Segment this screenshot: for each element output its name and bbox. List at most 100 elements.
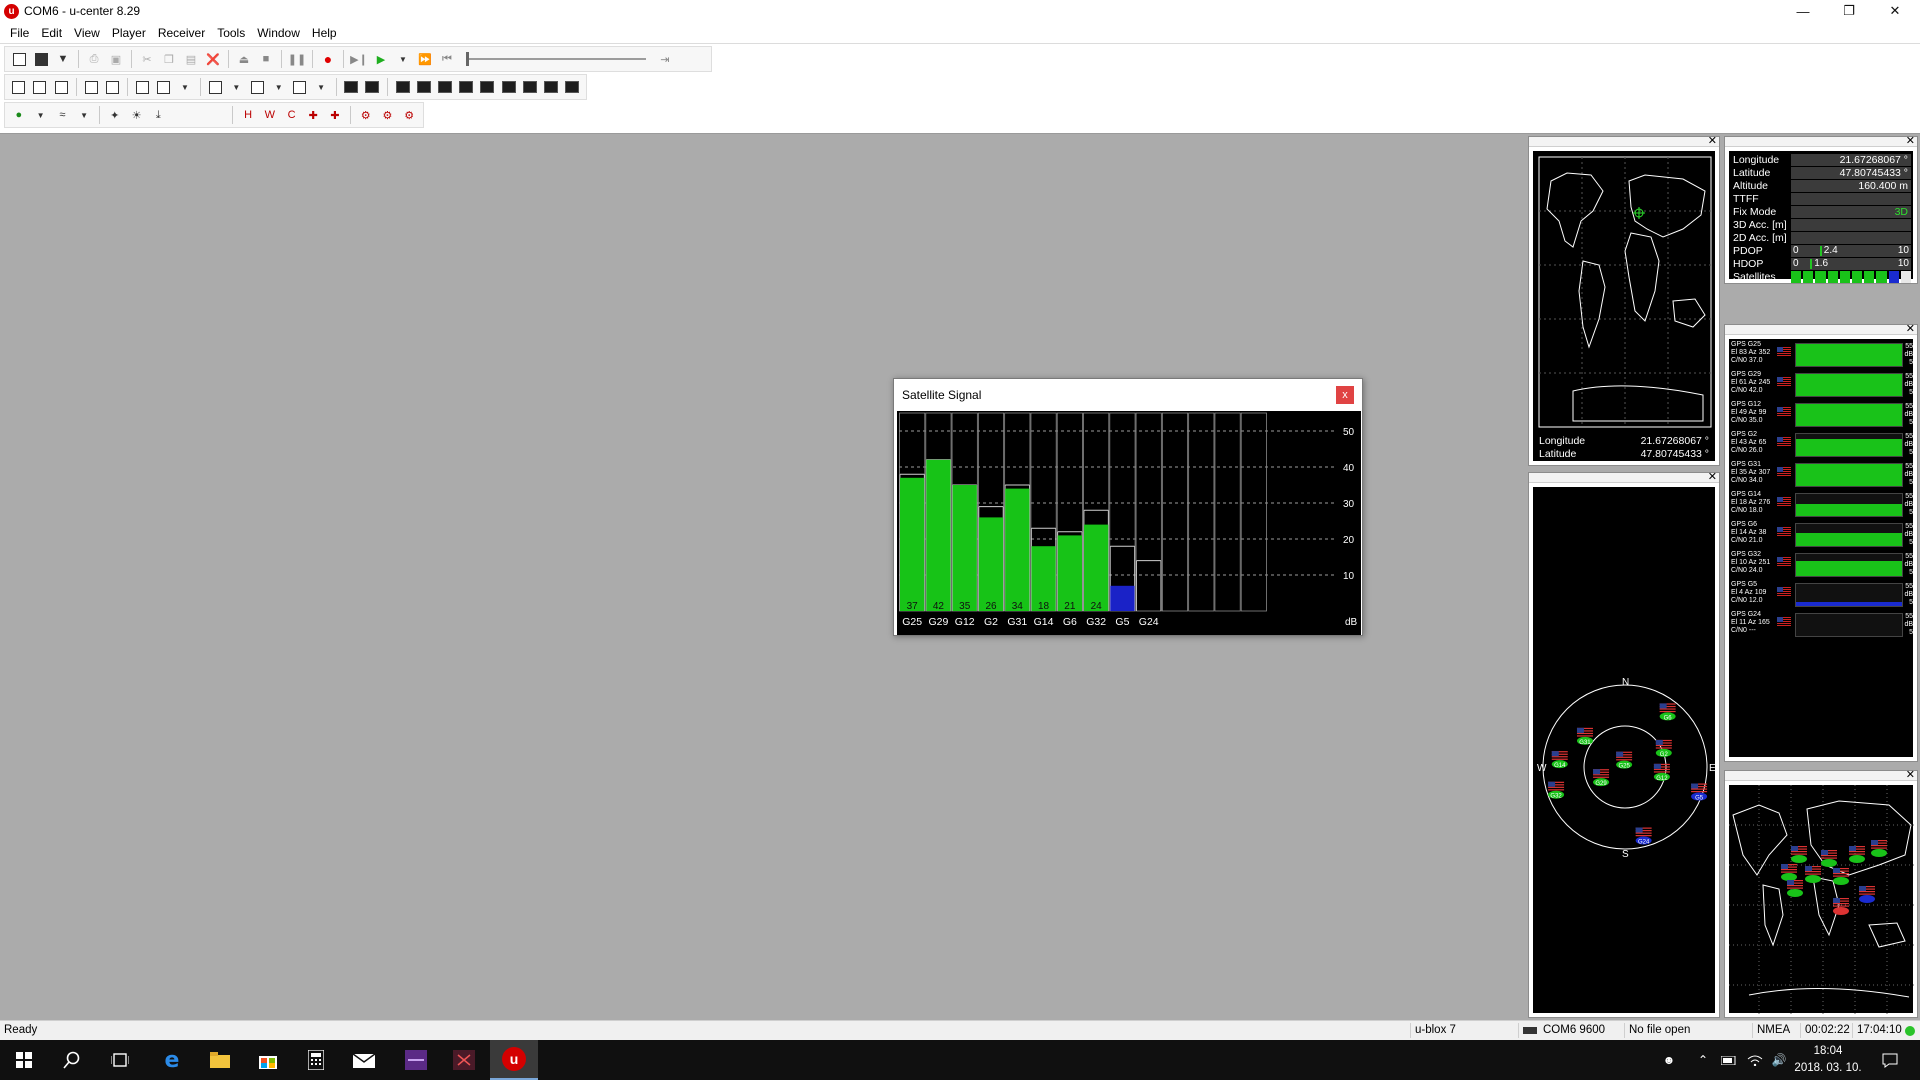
- baudrate-icon[interactable]: ≈: [53, 106, 71, 124]
- compass-view-icon[interactable]: [458, 78, 475, 96]
- cold-start-icon[interactable]: C: [283, 106, 301, 124]
- menu-help[interactable]: Help: [306, 26, 343, 40]
- statistic-dropdown-icon[interactable]: ▼: [270, 78, 287, 96]
- record-icon[interactable]: ●: [319, 50, 337, 68]
- signal-view-icon[interactable]: [436, 78, 453, 96]
- fast-forward-icon[interactable]: ⏩: [416, 50, 434, 68]
- people-icon[interactable]: ☻: [1654, 1040, 1684, 1080]
- task-view-icon[interactable]: [96, 1040, 144, 1080]
- histogram-view-icon[interactable]: [564, 78, 581, 96]
- show-hidden-icons-chevron-icon[interactable]: ⌃: [1690, 1040, 1716, 1080]
- table-view-icon[interactable]: [479, 78, 496, 96]
- volume-icon[interactable]: 🔊: [1766, 1040, 1792, 1080]
- sky-view-close-icon[interactable]: ✕: [1708, 470, 1717, 483]
- u-center-taskbar-icon[interactable]: u: [490, 1040, 538, 1080]
- cut-icon[interactable]: ✂: [138, 50, 156, 68]
- statistic-view-icon[interactable]: [249, 78, 266, 96]
- paste-icon[interactable]: ▤: [182, 50, 200, 68]
- open-folder-icon[interactable]: ▼: [54, 50, 72, 68]
- edge-browser-icon[interactable]: e: [148, 1040, 196, 1080]
- data-view-close-icon[interactable]: ✕: [1906, 134, 1915, 147]
- data-view-icon[interactable]: [500, 78, 517, 96]
- mail-icon[interactable]: [340, 1040, 388, 1080]
- sky-satellite-g14[interactable]: G14: [1551, 751, 1568, 769]
- receiver-config-icon[interactable]: [10, 78, 27, 96]
- autobaud-dropdown-icon[interactable]: ▼: [32, 106, 50, 124]
- menu-window[interactable]: Window: [251, 26, 306, 40]
- menu-edit[interactable]: Edit: [35, 26, 68, 40]
- playback-slider-thumb[interactable]: [466, 52, 469, 66]
- configuration-view-icon[interactable]: [206, 78, 223, 96]
- clear-icon[interactable]: ❌: [204, 50, 222, 68]
- sky-satellite-g2[interactable]: G2: [1655, 739, 1672, 758]
- sky-satellite-g31[interactable]: G31: [1576, 727, 1593, 746]
- menu-view[interactable]: View: [68, 26, 106, 40]
- restore-button[interactable]: ❐: [1826, 0, 1872, 22]
- minimize-button[interactable]: —: [1780, 0, 1826, 22]
- docking-window-2-icon[interactable]: [364, 78, 381, 96]
- autobaud-icon[interactable]: ●: [10, 106, 28, 124]
- configuration-dropdown-icon[interactable]: ▼: [228, 78, 245, 96]
- print-preview-icon[interactable]: ▣: [107, 50, 125, 68]
- binary-console-icon[interactable]: [134, 78, 151, 96]
- satellite-level-close-icon[interactable]: ✕: [1906, 322, 1915, 335]
- map-view-close-icon[interactable]: ✕: [1906, 768, 1915, 781]
- step-forward-icon[interactable]: ▶❙: [350, 50, 368, 68]
- go-to-end-icon[interactable]: ⇥: [656, 50, 674, 68]
- app-purple-icon[interactable]: [392, 1040, 440, 1080]
- play-dropdown-icon[interactable]: ▼: [394, 50, 412, 68]
- chart-dropdown-icon[interactable]: ▼: [313, 78, 330, 96]
- gear-2-icon[interactable]: ⚙: [379, 106, 397, 124]
- baudrate-dropdown-icon[interactable]: ▼: [75, 106, 93, 124]
- sun-icon[interactable]: ☀: [128, 106, 146, 124]
- hot-start-icon[interactable]: H: [239, 106, 257, 124]
- stop-icon[interactable]: ■: [257, 50, 275, 68]
- download-icon[interactable]: ⤓: [149, 106, 167, 124]
- save-icon[interactable]: [32, 50, 50, 68]
- sky-satellite-g6[interactable]: G6: [1659, 703, 1676, 721]
- menu-file[interactable]: File: [4, 26, 35, 40]
- rewind-to-start-icon[interactable]: ⏮: [438, 50, 456, 68]
- sky-view-icon[interactable]: [394, 78, 411, 96]
- battery-icon[interactable]: [1716, 1040, 1742, 1080]
- messages-view-icon[interactable]: [155, 78, 172, 96]
- satellite-signal-window[interactable]: Satellite Signal x 50 40 30 20 10 37 G25 42 G29 3…: [893, 378, 1363, 636]
- world-view-close-icon[interactable]: ✕: [1708, 134, 1717, 147]
- new-file-icon[interactable]: [10, 50, 28, 68]
- store-icon[interactable]: [244, 1040, 292, 1080]
- gear-3-icon[interactable]: ⚙: [400, 106, 418, 124]
- sky-satellite-g24[interactable]: G24: [1635, 827, 1652, 846]
- satellite-level-icon[interactable]: [415, 78, 432, 96]
- calculator-icon[interactable]: [292, 1040, 340, 1080]
- taskbar-clock[interactable]: 18:04 2018. 03. 10.: [1790, 1043, 1866, 1077]
- app-maroon-icon[interactable]: [440, 1040, 488, 1080]
- menu-player[interactable]: Player: [106, 26, 152, 40]
- reset-1-icon[interactable]: ✚: [304, 106, 322, 124]
- text-console-icon[interactable]: [104, 78, 121, 96]
- search-icon[interactable]: [48, 1040, 96, 1080]
- docking-window-1-icon[interactable]: [343, 78, 360, 96]
- messages-dropdown-icon[interactable]: ▼: [176, 78, 193, 96]
- file-explorer-icon[interactable]: [196, 1040, 244, 1080]
- receiver-load-icon[interactable]: [52, 78, 69, 96]
- poll-icon[interactable]: ✦: [106, 106, 124, 124]
- sky-satellite-g12[interactable]: G12: [1653, 763, 1670, 782]
- packet-console-icon[interactable]: [83, 78, 100, 96]
- chart-view-icon[interactable]: [291, 78, 308, 96]
- gear-icon[interactable]: ⚙: [357, 106, 375, 124]
- windows-start-icon[interactable]: [0, 1040, 48, 1080]
- notifications-icon[interactable]: [1872, 1040, 1908, 1080]
- deviation-map-icon[interactable]: [542, 78, 559, 96]
- menu-receiver[interactable]: Receiver: [152, 26, 211, 40]
- sky-satellite-g25[interactable]: G25: [1616, 751, 1633, 770]
- sky-satellite-g32[interactable]: G32: [1548, 781, 1565, 800]
- world-map-icon[interactable]: [521, 78, 538, 96]
- reset-2-icon[interactable]: ✚: [326, 106, 344, 124]
- receiver-save-icon[interactable]: [31, 78, 48, 96]
- close-button[interactable]: ✕: [1872, 0, 1918, 22]
- sky-satellite-g29[interactable]: G29: [1593, 769, 1610, 787]
- play-icon[interactable]: ▶: [372, 50, 390, 68]
- sky-satellite-g5[interactable]: G5: [1691, 783, 1708, 802]
- satellite-signal-close-button[interactable]: x: [1336, 386, 1354, 404]
- warm-start-icon[interactable]: W: [261, 106, 279, 124]
